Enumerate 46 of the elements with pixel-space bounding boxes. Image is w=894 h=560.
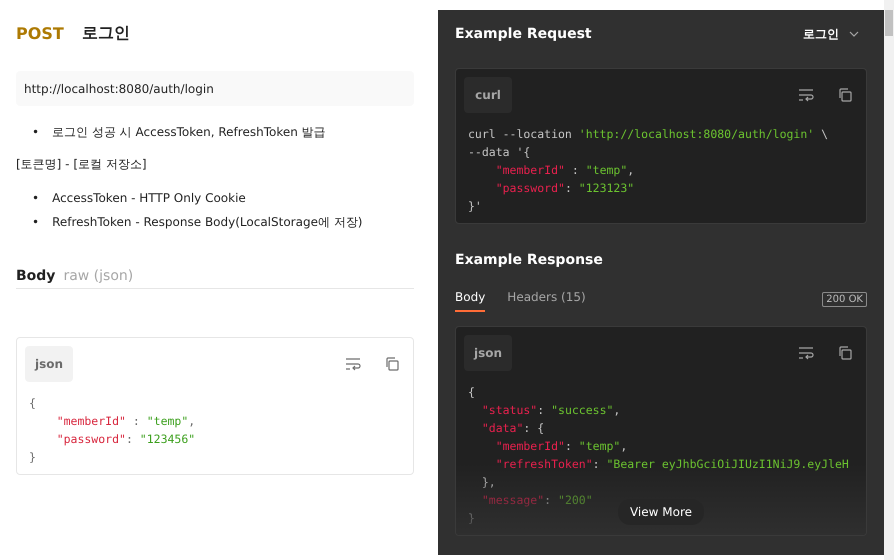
bullet-marker: •	[32, 190, 40, 206]
body-type: raw (json)	[63, 268, 134, 284]
language-label: curl	[464, 77, 512, 113]
chevron-down-icon	[849, 31, 859, 37]
code-line: "refreshToken": "Bearer eyJhbGciOiJIUzI1NiJ9.eyJleH	[494, 456, 849, 473]
status-badge: 200 OK	[822, 292, 867, 306]
example-selector[interactable]: 로그인	[803, 26, 867, 42]
list-item: RefreshToken - Response Body(LocalStorage에 저장)	[52, 214, 362, 230]
bullet-marker: •	[32, 214, 40, 230]
wrap-lines-icon	[345, 357, 361, 371]
code-line: "password": "123456"	[56, 431, 196, 448]
code-line: "memberId" : "temp",	[56, 413, 196, 430]
bullet-marker: •	[32, 124, 40, 140]
code-line: curl --location 'http://localhost:8080/auth/login' \	[468, 126, 828, 143]
http-method: POST	[16, 24, 64, 42]
code-line: }'	[468, 198, 482, 215]
code-line: }	[468, 510, 475, 527]
code-line: {	[29, 395, 36, 412]
code-line: "memberId": "temp",	[494, 438, 628, 455]
response-tab[interactable]: Body	[455, 286, 486, 312]
code-line: },	[480, 474, 496, 491]
code-line: }	[29, 449, 36, 466]
copy-icon	[838, 346, 852, 360]
code-line: "memberId" : "temp",	[494, 162, 634, 179]
copy-icon	[385, 357, 399, 371]
copy-icon	[838, 88, 852, 102]
response-tab[interactable]: Headers (15)	[507, 286, 586, 312]
scrollbar-thumb[interactable]	[885, 10, 893, 36]
body-label: Body	[16, 268, 56, 284]
list-item: 로그인 성공 시 AccessToken, RefreshToken 발급	[52, 124, 326, 140]
section-title: Example Request	[455, 26, 592, 42]
wrap-lines-icon	[798, 346, 814, 360]
code-line: --data '{	[468, 144, 530, 161]
description-text: [토큰명] - [로컬 저장소]	[16, 156, 148, 172]
code-line: "message": "200"	[480, 492, 593, 509]
code-line: "status": "success",	[480, 402, 620, 419]
code-line: "data": {	[480, 420, 544, 437]
request-title: 로그인	[82, 22, 130, 44]
code-line: "password": "123123"	[494, 180, 634, 197]
section-title: Example Response	[455, 252, 603, 268]
code-line: {	[468, 384, 475, 401]
language-label: json	[25, 346, 73, 382]
url-field: http://localhost:8080/auth/login	[16, 71, 414, 106]
wrap-lines-icon	[798, 88, 814, 102]
list-item: AccessToken - HTTP Only Cookie	[52, 190, 246, 206]
language-label: json	[464, 335, 512, 371]
